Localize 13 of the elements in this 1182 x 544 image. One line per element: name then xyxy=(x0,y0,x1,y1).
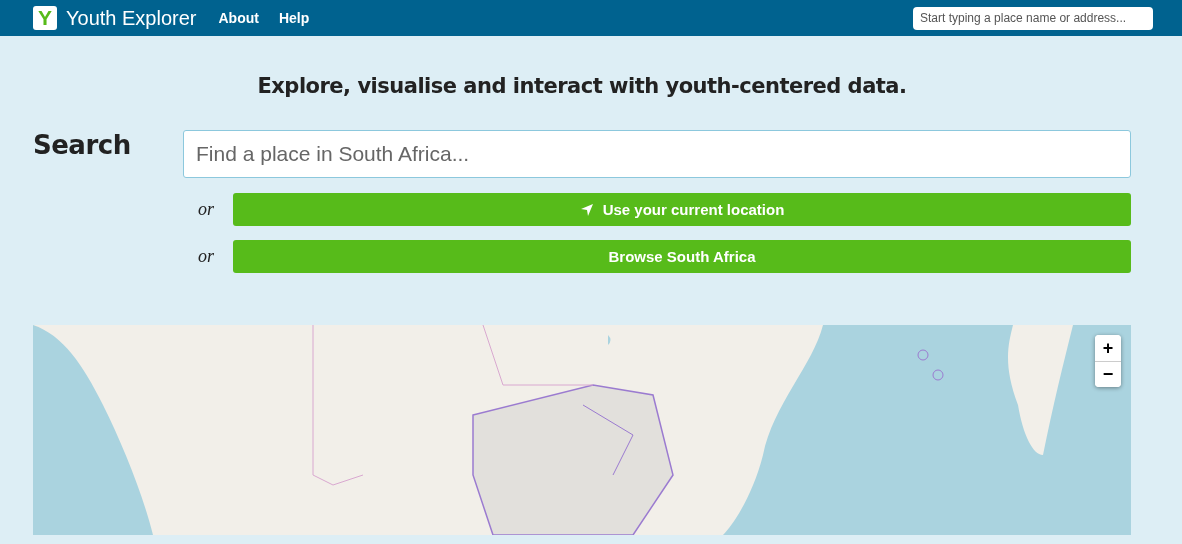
place-search-field[interactable]: Find a place in South Africa... xyxy=(183,130,1131,178)
navigation-arrow-icon xyxy=(579,202,594,217)
zoom-out-button[interactable]: − xyxy=(1095,361,1121,387)
search-heading: Search xyxy=(33,130,132,162)
or-label: or xyxy=(197,199,215,220)
zoom-in-button[interactable]: + xyxy=(1095,335,1121,361)
search-field[interactable]: Start typing a place name or address... xyxy=(913,6,1153,30)
logo: Y xyxy=(33,6,57,30)
brand-name[interactable]: Youth Explorer xyxy=(66,6,197,30)
nav-link[interactable]: Help xyxy=(278,10,310,26)
or-label: or xyxy=(197,246,215,267)
nav-link[interactable]: About xyxy=(218,10,259,26)
tagline: Explore, visualise and interact with youth-centered data. xyxy=(256,73,908,98)
